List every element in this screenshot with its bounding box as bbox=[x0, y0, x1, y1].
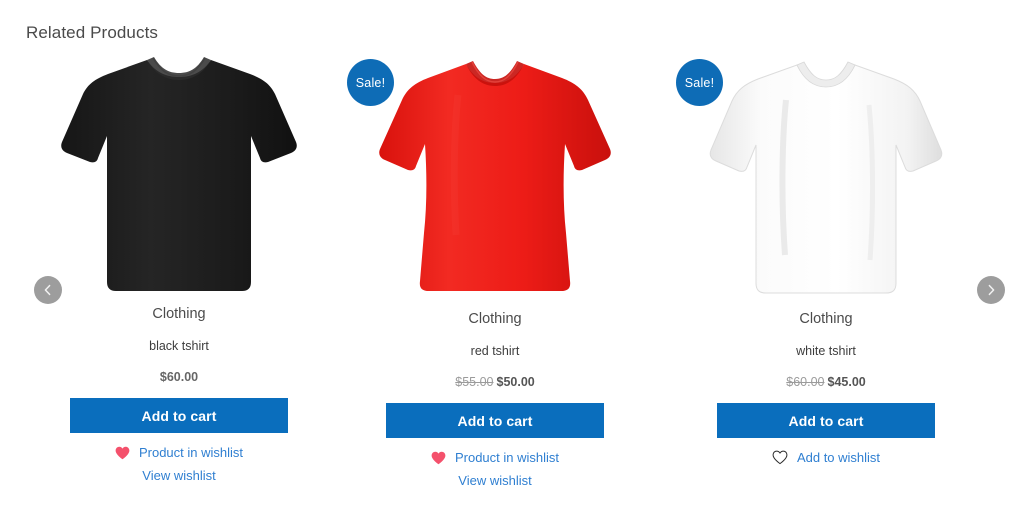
heart-filled-icon bbox=[115, 446, 130, 460]
product-name: red tshirt bbox=[470, 344, 520, 358]
carousel-prev-button[interactable] bbox=[34, 276, 62, 304]
price-current: $45.00 bbox=[827, 375, 866, 389]
wishlist-row[interactable]: Add to wishlist bbox=[772, 449, 880, 466]
product-name: white tshirt bbox=[796, 344, 856, 358]
price-current: $50.00 bbox=[496, 375, 535, 389]
red-tshirt-image bbox=[370, 55, 620, 305]
product-name: black tshirt bbox=[149, 339, 209, 353]
product-card[interactable]: Sale! Clothing red tshirt $55.00 $50.00 … bbox=[330, 50, 660, 513]
product-price: $60.00 bbox=[160, 369, 198, 386]
product-price: $60.00 $45.00 bbox=[786, 374, 865, 391]
black-tshirt-image bbox=[54, 50, 304, 300]
sale-badge: Sale! bbox=[347, 59, 394, 106]
add-to-cart-button[interactable]: Add to cart bbox=[386, 403, 604, 438]
page-title: Related Products bbox=[26, 23, 159, 42]
sale-badge: Sale! bbox=[676, 59, 723, 106]
related-products-carousel: Clothing black tshirt $60.00 Add to cart… bbox=[0, 50, 1024, 513]
white-tshirt-image bbox=[701, 55, 951, 305]
chevron-left-icon bbox=[42, 284, 54, 296]
product-card[interactable]: Sale! Clothing white tshirt $60.00 $45.0… bbox=[660, 50, 990, 513]
wishlist-link[interactable]: Add to wishlist bbox=[797, 449, 880, 466]
price-original: $55.00 bbox=[455, 375, 494, 389]
product-category: Clothing bbox=[152, 306, 206, 322]
chevron-right-icon bbox=[985, 284, 997, 296]
add-to-cart-button[interactable]: Add to cart bbox=[717, 403, 935, 438]
product-price: $55.00 $50.00 bbox=[455, 374, 534, 391]
view-wishlist-link[interactable]: View wishlist bbox=[458, 472, 531, 489]
carousel-track: Clothing black tshirt $60.00 Add to cart… bbox=[0, 50, 1024, 513]
heart-outline-icon bbox=[772, 450, 788, 465]
product-category: Clothing bbox=[468, 311, 522, 327]
wishlist-row[interactable]: Product in wishlist bbox=[431, 449, 559, 466]
carousel-next-button[interactable] bbox=[977, 276, 1005, 304]
add-to-cart-button[interactable]: Add to cart bbox=[70, 398, 288, 433]
heart-filled-icon bbox=[431, 451, 446, 465]
price-original: $60.00 bbox=[786, 375, 825, 389]
price-current: $60.00 bbox=[159, 370, 199, 384]
wishlist-row[interactable]: Product in wishlist bbox=[115, 444, 243, 461]
wishlist-link[interactable]: Product in wishlist bbox=[139, 444, 243, 461]
product-category: Clothing bbox=[799, 311, 853, 327]
wishlist-link[interactable]: Product in wishlist bbox=[455, 449, 559, 466]
view-wishlist-link[interactable]: View wishlist bbox=[142, 467, 215, 484]
